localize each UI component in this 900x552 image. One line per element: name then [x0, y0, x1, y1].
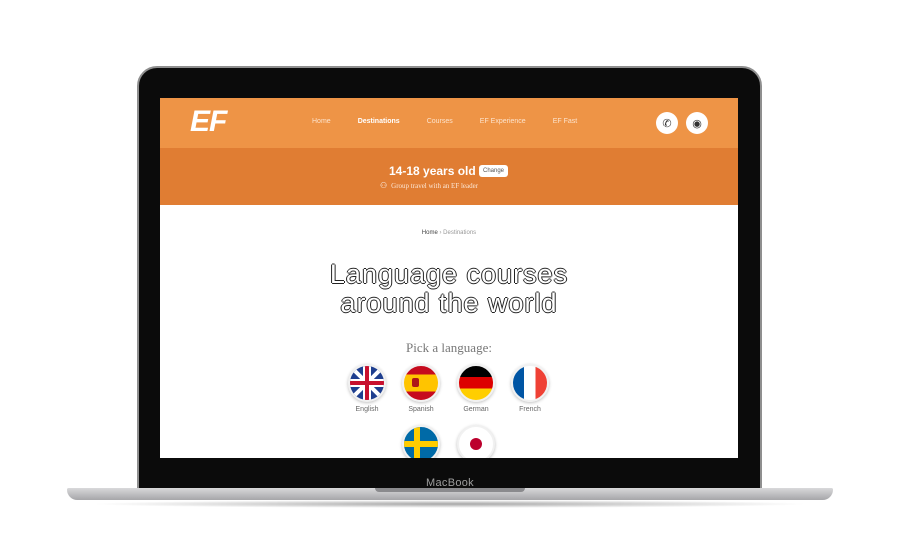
- spain-flag-icon: [402, 364, 440, 402]
- nav-destinations[interactable]: Destinations: [358, 118, 400, 125]
- breadcrumb-separator: ›: [439, 230, 442, 236]
- device-label: MacBook: [426, 477, 474, 489]
- group-icon: ⚇: [380, 181, 388, 190]
- change-button[interactable]: Change: [479, 165, 508, 177]
- site-header: EF Home Destinations Courses EF Experien…: [160, 98, 738, 148]
- laptop-shadow: [90, 500, 810, 508]
- phone-button[interactable]: ✆: [656, 112, 678, 134]
- language-label: Spanish: [408, 406, 434, 413]
- germany-flag-icon: [457, 364, 495, 402]
- age-title: 14-18 years old: [389, 164, 476, 178]
- language-label: German: [463, 406, 489, 413]
- nav-ef-experience[interactable]: EF Experience: [480, 118, 526, 125]
- nav-home[interactable]: Home: [312, 118, 331, 125]
- language-german[interactable]: German: [449, 364, 503, 413]
- breadcrumb-home[interactable]: Home: [422, 230, 438, 236]
- nav-ef-fast[interactable]: EF Fast: [553, 118, 578, 125]
- language-english[interactable]: English: [340, 364, 394, 413]
- main-nav: Home Destinations Courses EF Experience …: [312, 118, 604, 125]
- language-japanese[interactable]: [449, 425, 503, 458]
- language-label: English: [355, 406, 379, 413]
- location-icon: ◉: [692, 117, 702, 130]
- japan-flag-icon: [457, 425, 495, 458]
- nav-courses[interactable]: Courses: [427, 118, 453, 125]
- group-travel-line: ⚇ Group travel with an EF leader: [380, 181, 478, 190]
- breadcrumb-current: Destinations: [443, 230, 477, 236]
- sweden-flag-icon: [402, 425, 440, 458]
- language-label: French: [519, 406, 541, 413]
- language-swedish[interactable]: [394, 425, 448, 458]
- page-title-line-1: Language courses: [329, 259, 569, 289]
- ef-logo[interactable]: EF: [190, 107, 227, 137]
- language-spanish[interactable]: Spanish: [394, 364, 448, 413]
- location-button[interactable]: ◉: [686, 112, 708, 134]
- breadcrumb: Home › Destinations: [160, 230, 738, 236]
- website-screen: EF Home Destinations Courses EF Experien…: [160, 98, 738, 458]
- group-travel-text: Group travel with an EF leader: [391, 181, 479, 190]
- language-french[interactable]: French: [503, 364, 557, 413]
- page-title-line-2: around the world: [340, 288, 558, 318]
- page-title: Language courses around the world: [160, 260, 738, 318]
- pick-language-label: Pick a language:: [406, 340, 492, 355]
- phone-icon: ✆: [662, 117, 672, 130]
- france-flag-icon: [511, 364, 549, 402]
- uk-flag-icon: [348, 364, 386, 402]
